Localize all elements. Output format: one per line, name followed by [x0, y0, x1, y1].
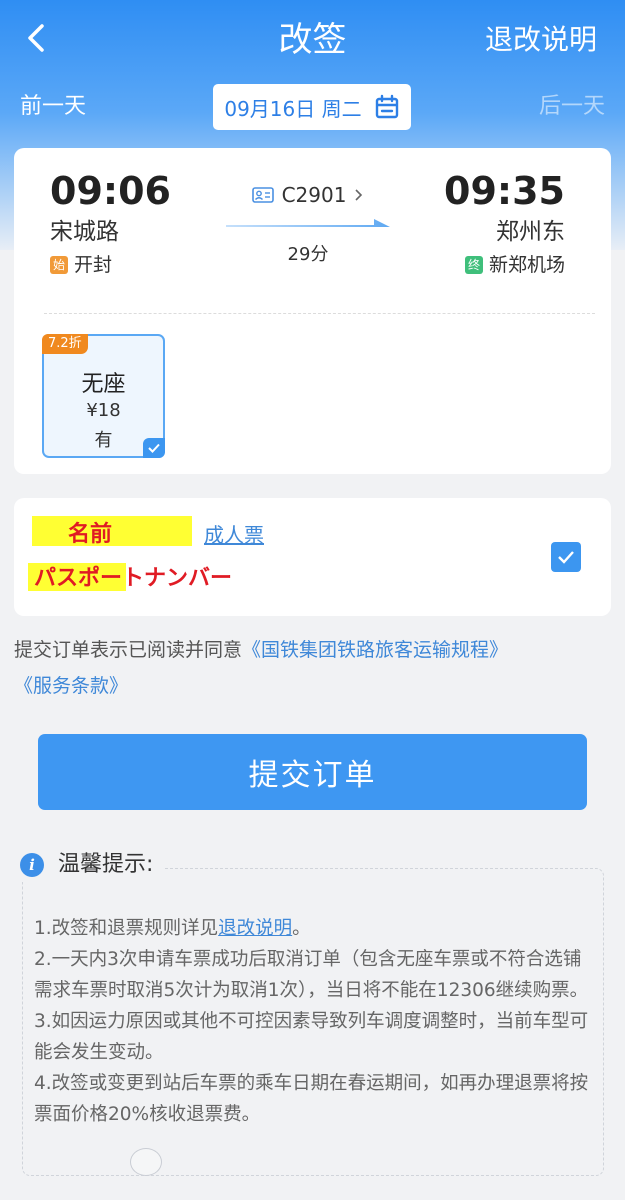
tip-1-text: 1.改签和退票规则详见: [34, 918, 219, 939]
agreement-text: 提交订单表示已阅读并同意《国铁集团铁路旅客运输规程》《服务条款》: [14, 632, 604, 704]
regulations-link[interactable]: 《国铁集团铁路旅客运输规程》: [242, 639, 508, 661]
calendar-icon: [375, 94, 398, 119]
tip-refund-link[interactable]: 退改说明: [218, 918, 292, 939]
info-icon: i: [20, 853, 44, 877]
floating-assist-button[interactable]: [130, 1148, 162, 1176]
seat-selected-check: [143, 438, 165, 458]
train-number: C2901: [281, 183, 347, 207]
discount-badge: 7.2折: [42, 334, 88, 354]
arrival-city-row: 终 新郑机场: [464, 252, 565, 278]
passenger-name: 名前: [68, 522, 113, 547]
train-number-section[interactable]: C2901 29分: [224, 180, 392, 266]
chevron-right-icon: [355, 189, 363, 201]
back-chevron-icon: [28, 24, 44, 52]
passenger-card: 名前 成人票 パスポートナンバー: [14, 498, 611, 616]
card-divider: [44, 313, 595, 314]
start-badge: 始: [50, 256, 68, 274]
departure-station: 宋城路: [50, 219, 119, 245]
arrival-station: 郑州东: [496, 219, 565, 245]
seat-type: 无座: [81, 372, 126, 397]
tip-item-3: 3.如因运力原因或其他不可控因素导致列车调度调整时，当前车型可能会发生变动。: [34, 1011, 589, 1063]
id-card-icon: [251, 187, 274, 203]
seat-option-no-seat[interactable]: 7.2折 无座 ¥18 有: [42, 334, 165, 458]
departure-time: 09:06: [50, 169, 171, 213]
terms-link[interactable]: 《服务条款》: [14, 675, 128, 697]
trip-duration: 29分: [287, 244, 329, 265]
passenger-checkbox[interactable]: [551, 542, 581, 572]
agreement-prefix: 提交订单表示已阅读并同意: [14, 639, 243, 661]
submit-order-button[interactable]: 提交订单: [38, 734, 587, 810]
date-picker[interactable]: 09月16日 周二: [213, 84, 411, 130]
passport-number: パスポートナンバー: [34, 566, 233, 591]
check-icon: [558, 551, 574, 564]
arrival-time: 09:35: [444, 169, 565, 213]
refund-rules-link[interactable]: 退改说明: [485, 20, 597, 60]
seat-price: ¥18: [86, 400, 121, 421]
next-day-button[interactable]: 后一天: [539, 90, 605, 124]
tips-content: 1.改签和退票规则详见退改说明。 2.一天内3次申请车票成功后取消订单（包含无座…: [34, 913, 594, 1130]
tip-1-suffix: 。: [292, 918, 311, 939]
departure-city-row: 始 开封: [50, 252, 112, 278]
top-bar: 改签 退改说明: [0, 0, 625, 80]
departure-city: 开封: [74, 254, 113, 276]
tip-item-1: 1.改签和退票规则详见退改说明。: [34, 913, 594, 944]
end-badge: 终: [464, 256, 483, 274]
route-arrow-icon: [226, 219, 390, 227]
tips-title: 温馨提示:: [58, 852, 154, 877]
ticket-type-link[interactable]: 成人票: [204, 520, 264, 550]
tip-item-2: 2.一天内3次申请车票成功后取消订单（包含无座车票或不符合选铺需求车票时取消5次…: [34, 949, 589, 1001]
prev-day-button[interactable]: 前一天: [20, 90, 86, 124]
date-selector: 前一天 09月16日 周二 后一天: [0, 84, 625, 130]
back-button[interactable]: [22, 18, 62, 62]
train-info-card: 09:06 宋城路 始 开封 C2901 29分 09:35 郑州东 终 新郑机…: [14, 148, 611, 474]
arrival-city: 新郑机场: [488, 254, 565, 276]
selected-date: 09月16日 周二: [224, 96, 362, 121]
check-icon: [148, 443, 160, 453]
tips-header: i 温馨提示:: [20, 848, 164, 882]
tip-item-4: 4.改签或变更到站后车票的乘车日期在春运期间，如再办理退票将按票面价格20%核收…: [34, 1073, 589, 1125]
